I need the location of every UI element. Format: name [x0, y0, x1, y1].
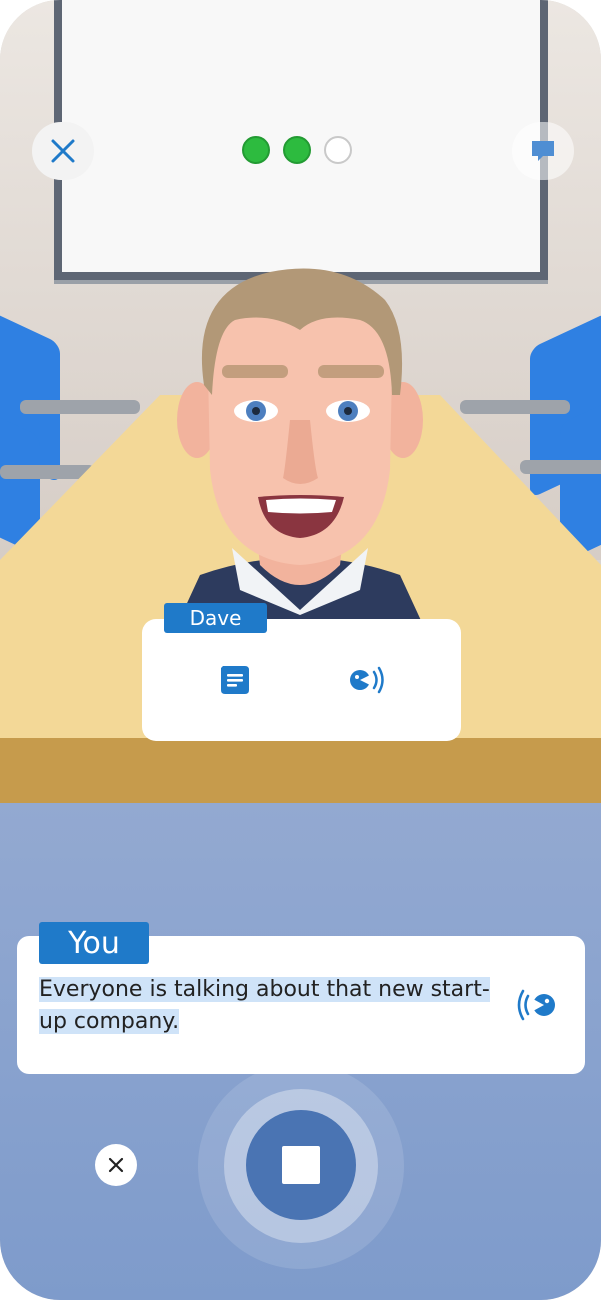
- close-icon: [108, 1157, 124, 1173]
- close-button[interactable]: [32, 122, 94, 180]
- progress-indicator: [242, 136, 352, 164]
- cancel-recording-button[interactable]: [95, 1144, 137, 1186]
- avatar-dave: [170, 268, 430, 640]
- progress-dot-pending: [324, 136, 352, 164]
- phone-screen: Dave You Everyone is talking about that …: [0, 0, 601, 1300]
- stop-recording-button[interactable]: [246, 1110, 356, 1220]
- user-speaker-label: You: [39, 922, 149, 964]
- transcript-icon: [221, 666, 249, 694]
- progress-dot-complete: [242, 136, 270, 164]
- close-icon: [51, 139, 75, 163]
- npc-speaker-label: Dave: [164, 603, 267, 633]
- progress-dot-complete: [283, 136, 311, 164]
- play-audio-icon: [350, 666, 384, 694]
- transcript-button[interactable]: [218, 663, 252, 697]
- table-edge: [0, 738, 601, 804]
- npc-dialogue-card: [142, 619, 461, 741]
- utterance-highlight: Everyone is talking about that new start…: [39, 977, 490, 1034]
- user-utterance-text: Everyone is talking about that new start…: [39, 974, 499, 1038]
- speech-bubble-icon: [532, 141, 554, 161]
- hint-button[interactable]: [512, 122, 574, 180]
- stop-icon: [282, 1146, 320, 1184]
- play-audio-button[interactable]: [346, 663, 390, 697]
- play-audio-icon: [517, 989, 555, 1021]
- play-audio-button[interactable]: [511, 986, 559, 1024]
